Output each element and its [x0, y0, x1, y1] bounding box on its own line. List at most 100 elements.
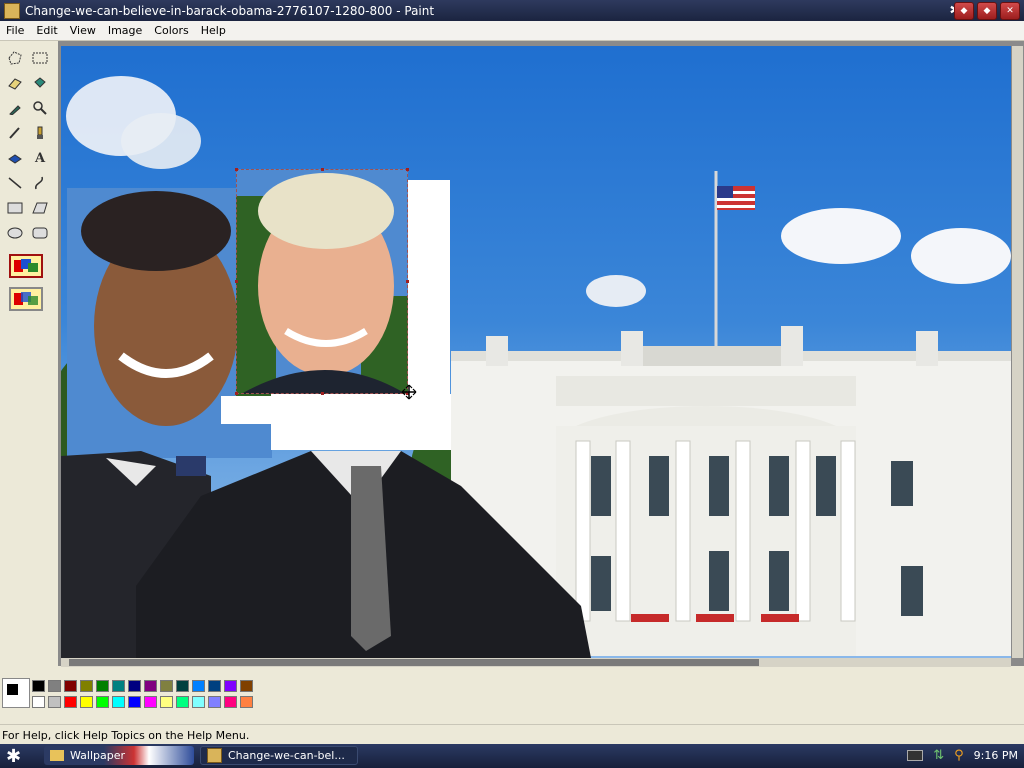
taskbar-item-label: Change-we-can-bel...	[228, 749, 345, 762]
taskbar-item-label: Wallpaper	[70, 749, 126, 762]
rounded-rectangle-icon	[32, 227, 48, 239]
selection-handle[interactable]	[235, 280, 238, 283]
palette-swatch[interactable]	[160, 696, 173, 708]
palette-swatch[interactable]	[96, 696, 109, 708]
palette-swatch[interactable]	[48, 696, 61, 708]
window-title: Change-we-can-believe-in-barack-obama-27…	[25, 3, 435, 18]
rectangle-tool[interactable]	[4, 197, 26, 219]
palette-swatch[interactable]	[192, 696, 205, 708]
keyboard-icon[interactable]	[907, 750, 924, 761]
transparent-option-icon	[14, 292, 38, 305]
selection-handle[interactable]	[235, 168, 238, 171]
search-icon[interactable]: ⚲	[954, 748, 964, 763]
palette-swatch[interactable]	[80, 696, 93, 708]
palette-swatch[interactable]	[176, 680, 189, 692]
menu-help[interactable]: Help	[195, 24, 232, 37]
palette-swatch[interactable]	[240, 696, 253, 708]
rectangle-icon	[7, 202, 23, 214]
palette-swatch[interactable]	[224, 680, 237, 692]
brush-tool[interactable]	[29, 122, 51, 144]
selection-rectangle[interactable]	[235, 168, 409, 395]
select-tool[interactable]	[29, 47, 51, 69]
palette-swatch[interactable]	[128, 696, 141, 708]
fill-tool[interactable]	[29, 72, 51, 94]
ellipse-tool[interactable]	[4, 222, 26, 244]
transparency-transparent-option[interactable]	[9, 287, 43, 311]
minimize-button[interactable]: ◆	[954, 2, 974, 20]
magnifier-icon	[33, 101, 47, 115]
rect-select-icon	[32, 52, 48, 64]
palette-swatch[interactable]	[160, 680, 173, 692]
airbrush-icon	[8, 154, 22, 164]
magnifier-tool[interactable]	[29, 97, 51, 119]
text-tool[interactable]: A	[29, 147, 51, 169]
move-cursor-icon	[401, 384, 417, 400]
taskbar: ✱ Wallpaper Change-we-can-bel... ⇅ ⚲ 9:1…	[0, 744, 1024, 768]
line-icon	[8, 177, 22, 189]
palette-swatch[interactable]	[240, 680, 253, 692]
selection-handle[interactable]	[321, 168, 324, 171]
menu-view[interactable]: View	[64, 24, 102, 37]
palette-swatch[interactable]	[64, 696, 77, 708]
close-button[interactable]: ✕	[1000, 2, 1020, 20]
menu-colors[interactable]: Colors	[148, 24, 194, 37]
network-icon[interactable]: ⇅	[933, 748, 944, 763]
palette-swatch[interactable]	[192, 680, 205, 692]
horizontal-scroll-thumb[interactable]	[69, 659, 759, 666]
eraser-tool[interactable]	[4, 72, 26, 94]
palette-swatch[interactable]	[96, 680, 109, 692]
folder-icon	[50, 750, 64, 761]
polygon-icon	[32, 202, 48, 214]
status-text: For Help, click Help Topics on the Help …	[2, 728, 250, 742]
paint-app-icon[interactable]	[4, 2, 20, 19]
menu-image[interactable]: Image	[102, 24, 148, 37]
pencil-icon	[9, 127, 20, 139]
free-form-select-tool[interactable]	[4, 47, 26, 69]
taskbar-item-wallpaper[interactable]: Wallpaper	[44, 746, 194, 765]
palette-swatch[interactable]	[144, 680, 157, 692]
free-form-select-icon	[8, 51, 22, 65]
rounded-rectangle-tool[interactable]	[29, 222, 51, 244]
paint-icon	[207, 748, 222, 763]
palette-swatch[interactable]	[112, 696, 125, 708]
menu-file[interactable]: File	[0, 24, 30, 37]
maximize-button[interactable]: ◆	[977, 2, 997, 20]
palette-swatch[interactable]	[128, 680, 141, 692]
canvas-image	[61, 76, 1011, 658]
selection-handle[interactable]	[406, 168, 409, 171]
curve-icon	[35, 176, 43, 190]
horizontal-scrollbar[interactable]	[61, 658, 1011, 667]
curve-tool[interactable]	[29, 172, 51, 194]
drawing-canvas[interactable]	[61, 46, 1011, 658]
selection-handle[interactable]	[321, 392, 324, 395]
eyedropper-icon	[9, 105, 21, 115]
palette-swatch[interactable]	[224, 696, 237, 708]
foreground-color	[6, 683, 19, 696]
selection-handle[interactable]	[406, 280, 409, 283]
vertical-scrollbar[interactable]	[1012, 46, 1023, 658]
palette-swatch[interactable]	[176, 696, 189, 708]
palette-swatch[interactable]	[48, 680, 61, 692]
clock: 9:16 PM	[973, 749, 1018, 762]
current-colors	[2, 678, 30, 708]
palette-swatch[interactable]	[112, 680, 125, 692]
palette-swatch[interactable]	[64, 680, 77, 692]
brush-icon	[37, 126, 43, 139]
palette-swatch[interactable]	[32, 696, 45, 708]
start-star-icon[interactable]: ✱	[6, 746, 21, 767]
taskbar-item-paint[interactable]: Change-we-can-bel...	[200, 746, 358, 765]
menu-edit[interactable]: Edit	[30, 24, 63, 37]
palette-swatch[interactable]	[208, 696, 221, 708]
palette-swatch[interactable]	[32, 680, 45, 692]
title-bar: Change-we-can-believe-in-barack-obama-27…	[0, 0, 1024, 21]
palette-swatch[interactable]	[144, 696, 157, 708]
airbrush-tool[interactable]	[4, 147, 26, 169]
pick-color-tool[interactable]	[4, 97, 26, 119]
palette-swatch[interactable]	[208, 680, 221, 692]
transparency-opaque-option[interactable]	[9, 254, 43, 278]
line-tool[interactable]	[4, 172, 26, 194]
pencil-tool[interactable]	[4, 122, 26, 144]
selection-handle[interactable]	[235, 392, 238, 395]
palette-swatch[interactable]	[80, 680, 93, 692]
polygon-tool[interactable]	[29, 197, 51, 219]
